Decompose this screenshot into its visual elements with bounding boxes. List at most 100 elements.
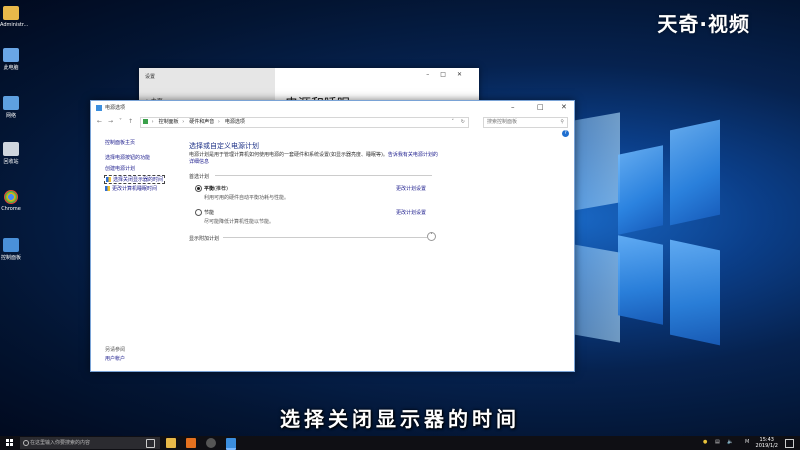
nav-display-off-time[interactable]: 选择关闭显示器的时间 xyxy=(104,175,166,184)
windows-logo-icon xyxy=(6,443,9,446)
plan-saver-settings-link[interactable]: 更改计划设置 xyxy=(396,209,426,216)
windows-logo-icon xyxy=(6,439,9,442)
settings-window-controls[interactable]: –□✕ xyxy=(426,71,473,78)
shield-icon xyxy=(105,186,110,191)
see-also-heading: 另请参阅 xyxy=(105,347,126,353)
desktop-icon-label: 网络 xyxy=(5,113,16,119)
address-bar-row: ← → ˅ ↑ › 控制面板 › 硬件和声音 › 电源选项 ˅ ↻ 搜索控制面板 ⚲ xyxy=(91,115,574,129)
nav-power-button-function[interactable]: 选择电源按钮的功能 xyxy=(105,154,150,161)
description-text: 电源计划是用于管理计算机如何使用电源的一套硬件和系统设置(如显示器亮度、睡眠等)… xyxy=(189,152,388,158)
desktop-icon-recycle-bin[interactable]: 回收站 xyxy=(0,142,22,165)
desktop-icon-label: Administr... xyxy=(0,22,29,28)
task-view-icon[interactable] xyxy=(146,439,155,448)
plans-section-heading: 首选计划 xyxy=(189,174,210,180)
taskbar: 在这里输入你要搜索的内容 ● ▤ 🔈 M 15:43 2019/1/2 xyxy=(0,436,800,450)
control-panel-taskbar-icon[interactable] xyxy=(226,438,236,450)
desktop-icon-chrome[interactable]: Chrome xyxy=(0,190,22,212)
logo-pane xyxy=(618,145,663,235)
breadcrumb-power-options[interactable]: 电源选项 xyxy=(225,119,245,125)
search-input[interactable]: 搜索控制面板 ⚲ xyxy=(483,117,568,128)
desktop-icon-network[interactable]: 网络 xyxy=(0,96,22,119)
gear-icon[interactable] xyxy=(206,438,216,448)
up-arrow-icon[interactable]: ↑ xyxy=(128,118,133,125)
plan-balanced-label: 平衡 xyxy=(204,186,215,192)
forward-arrow-icon[interactable]: → xyxy=(108,118,113,125)
chrome-icon xyxy=(4,190,18,204)
breadcrumb-control-panel[interactable]: 控制面板 xyxy=(159,119,179,125)
watermark: 天奇·视频 xyxy=(657,12,750,36)
computer-icon xyxy=(3,48,19,62)
plan-saver-desc: 尽可能降低计算机性能以节能。 xyxy=(204,219,275,225)
plan-balanced-settings-link[interactable]: 更改计划设置 xyxy=(396,185,426,192)
main-title: 选择或自定义电源计划 xyxy=(189,142,259,150)
main-description: 电源计划是用于管理计算机如何使用电源的一套硬件和系统设置(如显示器亮度、睡眠等)… xyxy=(189,152,439,166)
expand-chevron-icon[interactable]: ˅ xyxy=(427,232,436,241)
notification-icon[interactable] xyxy=(785,439,794,448)
file-explorer-icon[interactable] xyxy=(166,438,176,448)
maximize-button[interactable]: □ xyxy=(537,103,544,111)
plan-balanced-radio[interactable] xyxy=(195,185,202,192)
nav-create-power-plan[interactable]: 创建电源计划 xyxy=(105,165,135,172)
clock[interactable]: 15:43 2019/1/2 xyxy=(756,437,778,449)
desktop-icon-label: 回收站 xyxy=(3,159,19,165)
shield-icon xyxy=(106,177,111,182)
help-icon[interactable]: ? xyxy=(562,130,569,137)
settings-title: 设置 xyxy=(145,74,156,80)
ime-icon[interactable]: M xyxy=(745,439,749,445)
network-icon xyxy=(3,96,19,110)
search-icon xyxy=(23,440,29,446)
nav-sleep-time[interactable]: 更改计算机睡眠时间 xyxy=(105,185,157,192)
desktop-wallpaper: 天奇·视频 Administr... 此电脑 网络 回收站 Chrome 控制面… xyxy=(0,0,800,436)
address-box[interactable]: › 控制面板 › 硬件和声音 › 电源选项 ˅ ↻ xyxy=(140,117,469,128)
plan-balanced-desc: 利用可用的硬件自动平衡功耗与性能。 xyxy=(204,195,290,201)
logo-pane xyxy=(618,235,663,325)
minimize-button[interactable]: – xyxy=(511,103,515,111)
network-tray-icon[interactable]: ▤ xyxy=(715,439,720,445)
desktop-icon-admin[interactable]: Administr... xyxy=(0,6,29,28)
desktop-icon-this-pc[interactable]: 此电脑 xyxy=(0,48,22,71)
plan-saver-radio[interactable] xyxy=(195,209,202,216)
volume-icon[interactable]: 🔈 xyxy=(727,439,733,445)
desktop-icon-label: 此电脑 xyxy=(3,65,19,71)
plan-balanced-name: 平衡(推荐) xyxy=(204,185,228,192)
control-panel-icon xyxy=(143,119,148,124)
desktop-icon-control-panel[interactable]: 控制面板 xyxy=(0,238,22,261)
breadcrumb-chevron-icon: › xyxy=(151,119,154,125)
power-options-icon xyxy=(96,105,102,111)
desktop-icon-label: 控制面板 xyxy=(0,255,21,261)
recycle-bin-icon xyxy=(3,142,19,156)
plan-saver-name: 节能 xyxy=(204,209,214,216)
logo-pane xyxy=(670,239,720,346)
breadcrumb-hardware-sound[interactable]: 硬件和声音 xyxy=(189,119,214,125)
tray-badge-icon[interactable]: ● xyxy=(703,439,707,445)
nav-display-off-label: 选择关闭显示器的时间 xyxy=(113,177,164,183)
title-bar[interactable]: 电源选项 – □ ✕ xyxy=(91,101,574,115)
search-placeholder: 搜索控制面板 xyxy=(487,119,518,125)
close-button[interactable]: ✕ xyxy=(561,103,567,111)
breadcrumb-chevron-icon: › xyxy=(182,119,185,125)
user-folder-icon xyxy=(3,6,19,20)
back-arrow-icon[interactable]: ← xyxy=(97,118,102,125)
recent-pages-icon[interactable]: ˅ xyxy=(119,118,122,125)
power-options-window[interactable]: 电源选项 – □ ✕ ← → ˅ ↑ › 控制面板 › 硬件和声音 › 电源选项 ˅ … xyxy=(90,100,575,372)
logo-pane xyxy=(670,119,720,226)
control-panel-icon xyxy=(3,238,19,252)
windows-logo-icon xyxy=(10,439,13,442)
user-accounts-link[interactable]: 用户帐户 xyxy=(105,355,125,362)
refresh-icon[interactable]: ↻ xyxy=(461,118,465,127)
section-divider xyxy=(215,175,432,176)
app-orange-icon[interactable] xyxy=(186,438,196,448)
breadcrumb-chevron-icon: › xyxy=(217,119,220,125)
start-button[interactable] xyxy=(6,439,14,447)
video-subtitle: 选择关闭显示器的时间 xyxy=(280,407,520,431)
section-divider xyxy=(223,237,427,238)
plan-saver-label: 节能 xyxy=(204,210,215,216)
nav-control-panel-home[interactable]: 控制面板主页 xyxy=(105,139,135,146)
desktop-icon-label: Chrome xyxy=(1,206,21,212)
window-title: 电源选项 xyxy=(105,105,126,111)
nav-sleep-label: 更改计算机睡眠时间 xyxy=(112,186,158,192)
show-additional-plans[interactable]: 显示附加计划 xyxy=(189,235,219,242)
address-dropdown-icon[interactable]: ˅ xyxy=(452,118,455,127)
taskbar-search-input[interactable]: 在这里输入你要搜索的内容 xyxy=(20,437,160,449)
plan-balanced-suffix: (推荐) xyxy=(214,186,228,192)
